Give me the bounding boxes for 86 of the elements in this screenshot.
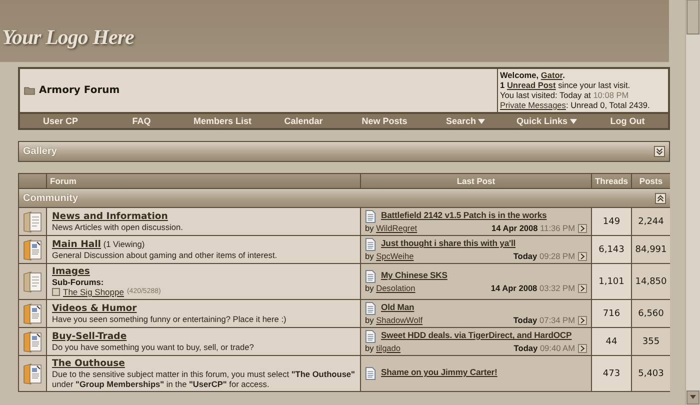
forum-description: News Articles with open discussion. bbox=[52, 222, 184, 232]
nav-link[interactable]: Log Out bbox=[587, 116, 668, 126]
last-post-time: Today 09:40 AM bbox=[514, 343, 575, 353]
go-to-post-icon[interactable] bbox=[578, 344, 587, 352]
author-link[interactable]: Desolation bbox=[376, 283, 416, 293]
go-to-post-icon[interactable] bbox=[578, 252, 587, 260]
last-post-author: by SpcWeihe bbox=[365, 251, 414, 261]
thread-count: 716 bbox=[592, 300, 631, 327]
forum-description: General Discussion about gaming and other items of interest. bbox=[52, 250, 278, 260]
subforums-label: Sub-Forums: bbox=[52, 277, 105, 287]
author-link[interactable]: ShadowWolf bbox=[376, 315, 423, 325]
forum-description: Due to the sensitive subject matter in this forum, you must select "The Outhouse" under "Group Memberships" in the "UserCP" for access. bbox=[52, 369, 355, 389]
scrollbar[interactable] bbox=[686, 0, 700, 405]
thread-count: 6,143 bbox=[592, 236, 631, 263]
forum-title-link[interactable]: Buy-Sell-Trade bbox=[52, 331, 127, 342]
column-header: Last Post bbox=[361, 174, 591, 188]
post-icon bbox=[365, 210, 376, 223]
nav-link[interactable]: Search bbox=[425, 116, 506, 126]
category-title: Community bbox=[23, 192, 78, 204]
last-post-time: 14 Apr 2008 11:36 PM bbox=[492, 223, 575, 233]
forum-title-link[interactable]: News and Information bbox=[52, 211, 168, 222]
last-post-link[interactable]: Sweet HDD deals. via TigerDirect, and HardOCP bbox=[381, 330, 572, 340]
collapse-icon[interactable] bbox=[654, 146, 665, 157]
breadcrumb-title: Armory Forum bbox=[39, 85, 120, 96]
folder-icon bbox=[24, 86, 35, 95]
last-post-author: by ShadowWolf bbox=[365, 315, 423, 325]
gallery-title: Gallery bbox=[23, 146, 57, 157]
subforum-link[interactable]: The Sig Shoppe bbox=[63, 287, 124, 297]
nav-link[interactable]: Calendar bbox=[263, 116, 344, 126]
go-to-post-icon[interactable] bbox=[578, 316, 587, 324]
forum-title-link[interactable]: The Outhouse bbox=[52, 358, 125, 369]
thread-count: 1,101 bbox=[592, 264, 631, 299]
subforum-icon bbox=[52, 288, 60, 296]
last-post-link[interactable]: Old Man bbox=[381, 302, 414, 312]
last-post-time: Today 09:28 PM bbox=[513, 251, 575, 261]
nav-link[interactable]: FAQ bbox=[101, 116, 182, 126]
author-link[interactable]: tilgado bbox=[376, 343, 401, 353]
messages-text: Private Messages: Unread 0, Total 2439. bbox=[500, 100, 651, 110]
last-post-link[interactable]: My Chinese SKS bbox=[381, 270, 448, 280]
post-icon bbox=[365, 270, 376, 283]
logo: Your Logo Here bbox=[2, 25, 134, 50]
last-post-link[interactable]: Just thought i share this with ya'll bbox=[381, 238, 516, 248]
thread-count: 44 bbox=[592, 328, 631, 355]
unread-link[interactable]: Unread Post bbox=[506, 80, 556, 90]
forum-title-link[interactable]: Images bbox=[52, 266, 90, 277]
last-visited-text: You last visited: Today at 10:08 PM bbox=[500, 90, 630, 100]
forum-title-link[interactable]: Main Hall bbox=[52, 239, 101, 250]
post-count: 6,560 bbox=[632, 300, 670, 327]
thread-count: 149 bbox=[592, 208, 631, 235]
last-post-author: by WildRegret bbox=[365, 223, 418, 233]
forum-description: Have you seen something funny or entertaining? Place it here :) bbox=[52, 314, 288, 324]
author-link[interactable]: WildRegret bbox=[376, 223, 418, 233]
forum-title-link[interactable]: Videos & Humor bbox=[52, 303, 137, 314]
messages-link[interactable]: Private Messages bbox=[500, 100, 566, 110]
forum-description: Do you have something you want to buy, sell, or trade? bbox=[52, 342, 255, 352]
thread-count: 473 bbox=[592, 356, 631, 391]
author-link[interactable]: SpcWeihe bbox=[376, 251, 414, 261]
go-to-post-icon[interactable] bbox=[578, 284, 587, 292]
unread-text: 1 Unread Post since your last visit. bbox=[500, 80, 632, 90]
post-count: 2,244 bbox=[632, 208, 670, 235]
post-icon bbox=[365, 367, 376, 380]
last-post-author: by Desolation bbox=[365, 283, 416, 293]
collapse-icon[interactable] bbox=[655, 192, 666, 204]
last-post-author: by tilgado bbox=[365, 343, 401, 353]
column-header: Threads bbox=[592, 174, 631, 188]
post-icon bbox=[365, 302, 376, 315]
nav-link[interactable]: New Posts bbox=[344, 116, 425, 126]
post-icon bbox=[365, 238, 376, 251]
column-header: Posts bbox=[632, 174, 670, 188]
last-post-link[interactable]: Battlefield 2142 v1.5 Patch is in the works bbox=[381, 210, 547, 220]
username-link[interactable]: Gator bbox=[540, 70, 563, 80]
nav-link[interactable]: User CP bbox=[20, 116, 101, 126]
last-post-time: 14 Apr 2008 03:32 PM bbox=[490, 283, 575, 293]
go-to-post-icon[interactable] bbox=[578, 224, 587, 232]
post-count: 5,403 bbox=[632, 356, 670, 391]
nav-link[interactable]: Members List bbox=[182, 116, 263, 126]
viewing-count: (1 Viewing) bbox=[103, 239, 145, 249]
post-icon bbox=[365, 330, 376, 343]
post-count: 14,850 bbox=[632, 264, 670, 299]
post-count: 355 bbox=[632, 328, 670, 355]
post-count: 84,991 bbox=[632, 236, 670, 263]
nav-link[interactable]: Quick Links bbox=[506, 116, 587, 126]
column-header: Forum bbox=[19, 174, 360, 188]
last-post-link[interactable]: Shame on you Jimmy Carter! bbox=[381, 367, 498, 377]
welcome-text: Welcome, Gator. bbox=[500, 70, 566, 80]
last-post-time: Today 07:34 PM bbox=[513, 315, 575, 325]
